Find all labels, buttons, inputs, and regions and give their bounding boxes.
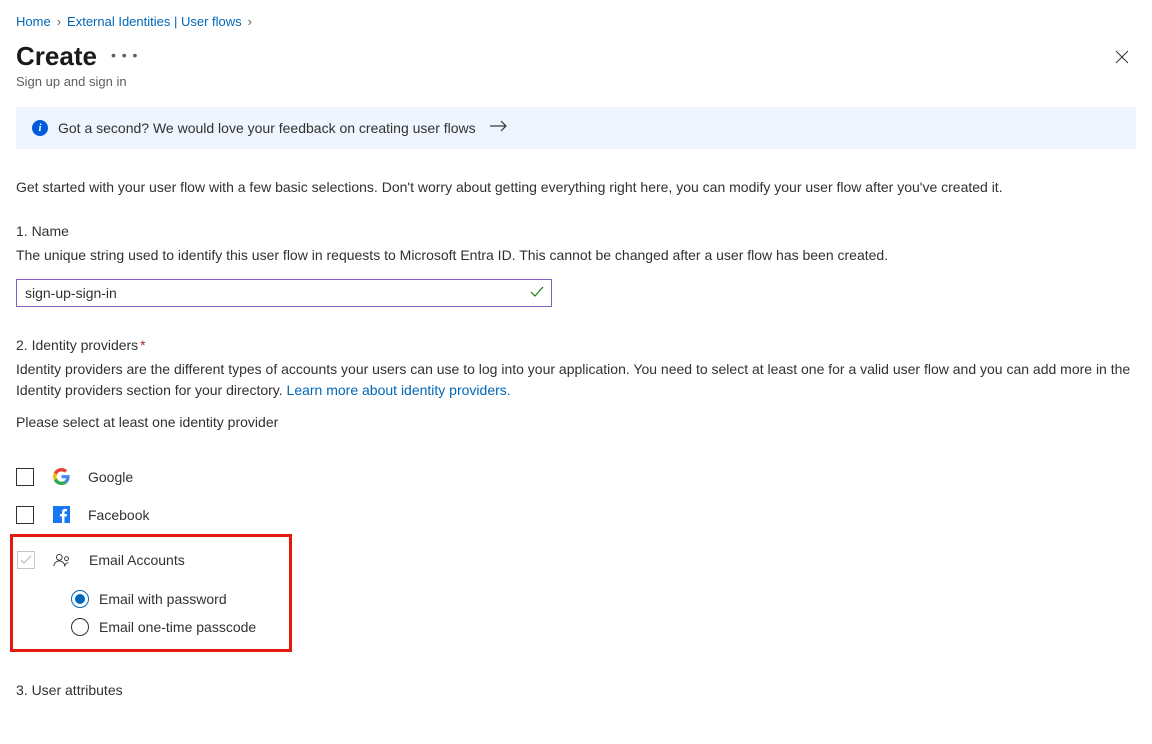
more-icon[interactable]: • • • xyxy=(111,47,138,63)
people-icon xyxy=(53,551,71,569)
radio-email-password[interactable] xyxy=(71,590,89,608)
section-name-label: 1. Name xyxy=(16,223,1136,239)
info-icon: i xyxy=(32,120,48,136)
name-input[interactable] xyxy=(16,279,552,307)
radio-email-otp[interactable] xyxy=(71,618,89,636)
check-icon xyxy=(530,285,544,301)
chevron-right-icon: › xyxy=(248,14,252,29)
email-label: Email Accounts xyxy=(89,552,185,568)
email-options: Email with password Email one-time passc… xyxy=(71,585,283,641)
facebook-label: Facebook xyxy=(88,507,149,523)
radio-email-password-label: Email with password xyxy=(99,591,227,607)
facebook-icon xyxy=(52,506,70,524)
banner-text: Got a second? We would love your feedbac… xyxy=(58,120,476,136)
provider-facebook-row: Facebook xyxy=(16,496,1136,534)
learn-more-link[interactable]: Learn more about identity providers. xyxy=(287,382,511,398)
email-password-option[interactable]: Email with password xyxy=(71,585,283,613)
feedback-banner[interactable]: i Got a second? We would love your feedb… xyxy=(16,107,1136,149)
close-icon xyxy=(1115,50,1129,64)
required-asterisk: * xyxy=(140,337,145,353)
section-idp-label: 2. Identity providers* xyxy=(16,337,1136,353)
email-highlight-box: Email Accounts Email with password Email… xyxy=(10,534,292,652)
email-checkbox xyxy=(17,551,35,569)
intro-text: Get started with your user flow with a f… xyxy=(16,179,1136,195)
breadcrumb-external-identities[interactable]: External Identities | User flows xyxy=(67,14,242,29)
chevron-right-icon: › xyxy=(57,14,61,29)
provider-email-row: Email Accounts xyxy=(17,541,283,579)
page-subtitle: Sign up and sign in xyxy=(16,74,1136,89)
breadcrumb-home[interactable]: Home xyxy=(16,14,51,29)
section-user-attributes-label: 3. User attributes xyxy=(16,682,1136,698)
idp-help-text: Please select at least one identity prov… xyxy=(16,414,1136,430)
arrow-right-icon xyxy=(490,119,508,137)
email-otp-option[interactable]: Email one-time passcode xyxy=(71,613,283,641)
section-name-desc: The unique string used to identify this … xyxy=(16,245,1136,265)
google-label: Google xyxy=(88,469,133,485)
page-title: Create xyxy=(16,41,97,72)
provider-google-row: Google xyxy=(16,458,1136,496)
facebook-checkbox[interactable] xyxy=(16,506,34,524)
radio-email-otp-label: Email one-time passcode xyxy=(99,619,256,635)
close-button[interactable] xyxy=(1108,43,1136,71)
section-idp-desc: Identity providers are the different typ… xyxy=(16,359,1136,400)
identity-providers-list: Google Facebook Email Accounts Email wit… xyxy=(16,458,1136,652)
breadcrumb: Home › External Identities | User flows … xyxy=(16,14,1136,29)
google-checkbox[interactable] xyxy=(16,468,34,486)
google-icon xyxy=(52,468,70,486)
